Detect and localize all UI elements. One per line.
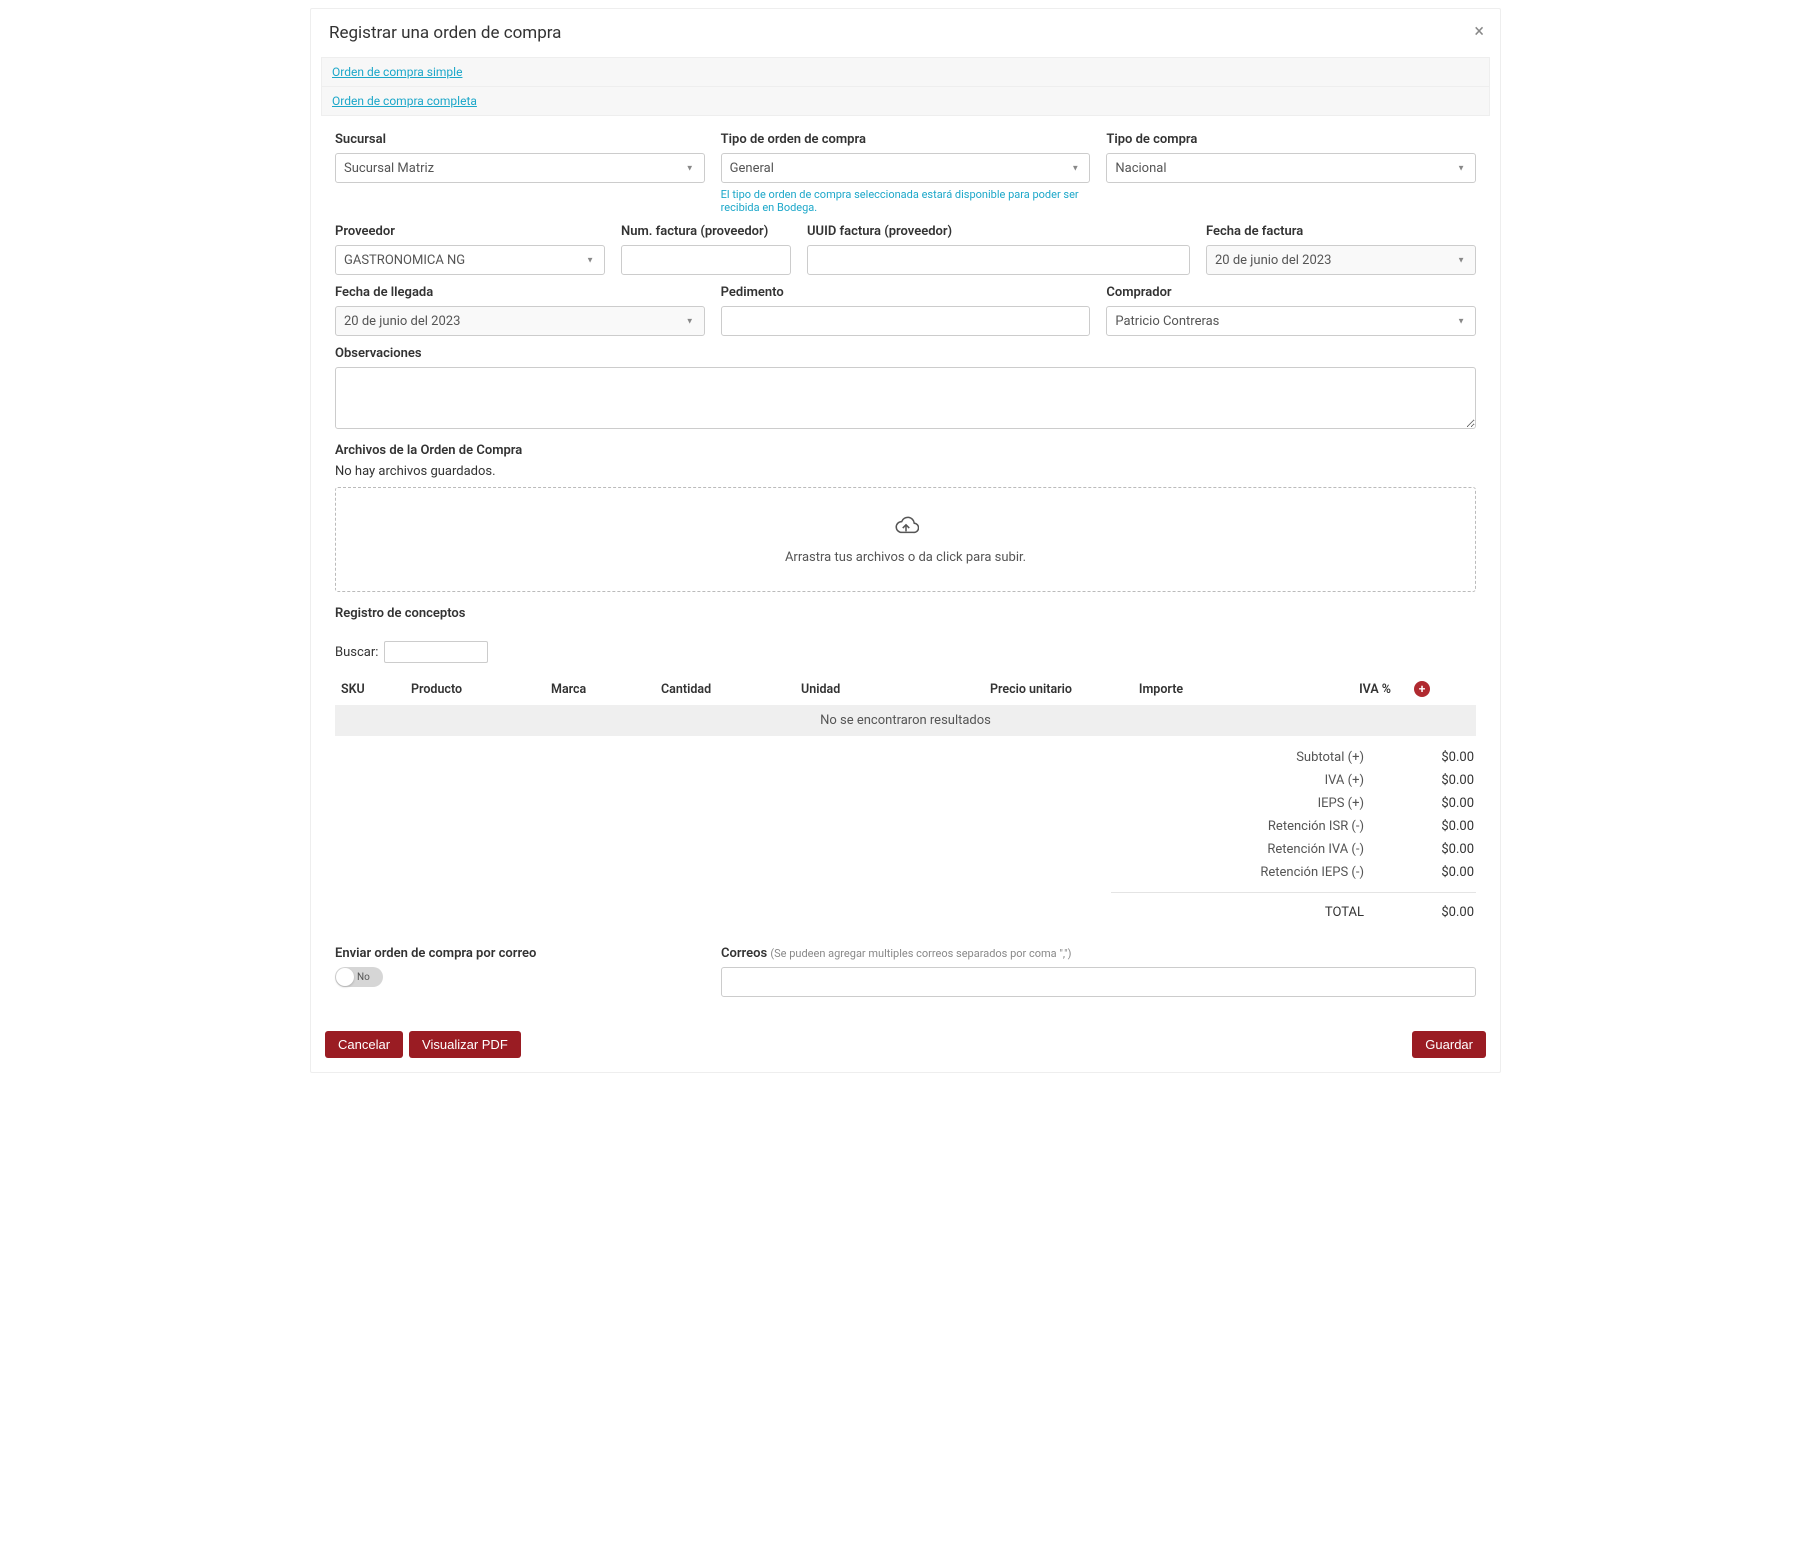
add-row-button[interactable]: + [1414, 681, 1430, 697]
total-label-final: TOTAL [1113, 905, 1404, 920]
input-buscar[interactable] [384, 641, 488, 663]
tab-orden-simple[interactable]: Orden de compra simple [332, 65, 462, 79]
datepicker-fecha-llegada[interactable]: 20 de junio del 2023 [335, 306, 705, 336]
th-sku: SKU [341, 682, 411, 697]
total-value-ret-isr: $0.00 [1404, 819, 1474, 834]
label-num-factura: Num. factura (proveedor) [621, 224, 791, 239]
label-correos: Correos (Se pudeen agregar multiples cor… [721, 946, 1476, 961]
total-value-iva: $0.00 [1404, 773, 1474, 788]
total-label-iva: IVA (+) [1113, 773, 1404, 788]
select-tipo-compra[interactable]: Nacional [1106, 153, 1476, 183]
toggle-value: No [357, 972, 370, 983]
total-label-ret-ieps: Retención IEPS (-) [1113, 865, 1404, 880]
table-header-row: SKU Producto Marca Cantidad Unidad Preci… [335, 673, 1476, 705]
upload-cloud-icon [893, 514, 919, 540]
input-uuid-factura[interactable] [807, 245, 1190, 275]
input-pedimento[interactable] [721, 306, 1091, 336]
label-sucursal: Sucursal [335, 132, 705, 147]
total-label-ret-iva: Retención IVA (-) [1113, 842, 1404, 857]
label-uuid-factura: UUID factura (proveedor) [807, 224, 1190, 239]
modal-footer: Cancelar Visualizar PDF Guardar [311, 1017, 1500, 1072]
textarea-observaciones[interactable] [335, 367, 1476, 429]
label-pedimento: Pedimento [721, 285, 1091, 300]
tab-orden-completa[interactable]: Orden de compra completa [332, 94, 477, 108]
total-value-ieps: $0.00 [1404, 796, 1474, 811]
select-tipo-orden[interactable]: General [721, 153, 1091, 183]
toggle-enviar-correo[interactable]: No [335, 967, 383, 987]
table-no-results: No se encontraron resultados [335, 705, 1476, 736]
datepicker-fecha-factura[interactable]: 20 de junio del 2023 [1206, 245, 1476, 275]
th-unidad: Unidad [801, 682, 961, 697]
label-tipo-compra: Tipo de compra [1106, 132, 1476, 147]
select-sucursal[interactable]: Sucursal Matriz [335, 153, 705, 183]
totals-panel: Subtotal (+)$0.00 IVA (+)$0.00 IEPS (+)$… [1111, 746, 1476, 924]
label-buscar: Buscar: [335, 645, 378, 660]
table-conceptos: SKU Producto Marca Cantidad Unidad Preci… [335, 673, 1476, 736]
label-observaciones: Observaciones [335, 346, 1476, 361]
visualizar-pdf-button[interactable]: Visualizar PDF [409, 1031, 521, 1058]
label-enviar-correo: Enviar orden de compra por correo [335, 946, 705, 961]
dropzone-archivos[interactable]: Arrastra tus archivos o da click para su… [335, 487, 1476, 592]
select-proveedor[interactable]: GASTRONOMICA NG [335, 245, 605, 275]
th-precio: Precio unitario [961, 682, 1101, 697]
cancelar-button[interactable]: Cancelar [325, 1031, 403, 1058]
text-no-archivos: No hay archivos guardados. [335, 464, 1476, 479]
th-iva: IVA % [1221, 682, 1391, 697]
total-label-subtotal: Subtotal (+) [1113, 750, 1404, 765]
label-fecha-factura: Fecha de factura [1206, 224, 1476, 239]
total-label-ieps: IEPS (+) [1113, 796, 1404, 811]
helper-tipo-orden: El tipo de orden de compra seleccionada … [721, 188, 1091, 214]
modal-header: Registrar una orden de compra × [311, 9, 1500, 57]
label-tipo-orden: Tipo de orden de compra [721, 132, 1091, 147]
total-value-ret-ieps: $0.00 [1404, 865, 1474, 880]
note-correos: (Se pudeen agregar multiples correos sep… [770, 947, 1071, 960]
modal-registrar-orden-compra: Registrar una orden de compra × Orden de… [310, 8, 1501, 1073]
toggle-knob [336, 968, 354, 986]
close-icon[interactable]: × [1474, 23, 1484, 41]
total-label-ret-isr: Retención ISR (-) [1113, 819, 1404, 834]
section-title-conceptos: Registro de conceptos [335, 606, 1476, 621]
th-cantidad: Cantidad [661, 682, 801, 697]
input-num-factura[interactable] [621, 245, 791, 275]
th-marca: Marca [551, 682, 661, 697]
section-title-archivos: Archivos de la Orden de Compra [335, 443, 1476, 458]
label-comprador: Comprador [1106, 285, 1476, 300]
total-value-subtotal: $0.00 [1404, 750, 1474, 765]
th-producto: Producto [411, 682, 551, 697]
guardar-button[interactable]: Guardar [1412, 1031, 1486, 1058]
total-value-ret-iva: $0.00 [1404, 842, 1474, 857]
label-proveedor: Proveedor [335, 224, 605, 239]
select-comprador[interactable]: Patricio Contreras [1106, 306, 1476, 336]
modal-title: Registrar una orden de compra [329, 23, 1482, 43]
tab-strip: Orden de compra simple Orden de compra c… [321, 57, 1490, 116]
label-fecha-llegada: Fecha de llegada [335, 285, 705, 300]
input-correos[interactable] [721, 967, 1476, 997]
dropzone-hint: Arrastra tus archivos o da click para su… [785, 550, 1026, 565]
total-value-final: $0.00 [1404, 905, 1474, 920]
th-importe: Importe [1101, 682, 1221, 697]
